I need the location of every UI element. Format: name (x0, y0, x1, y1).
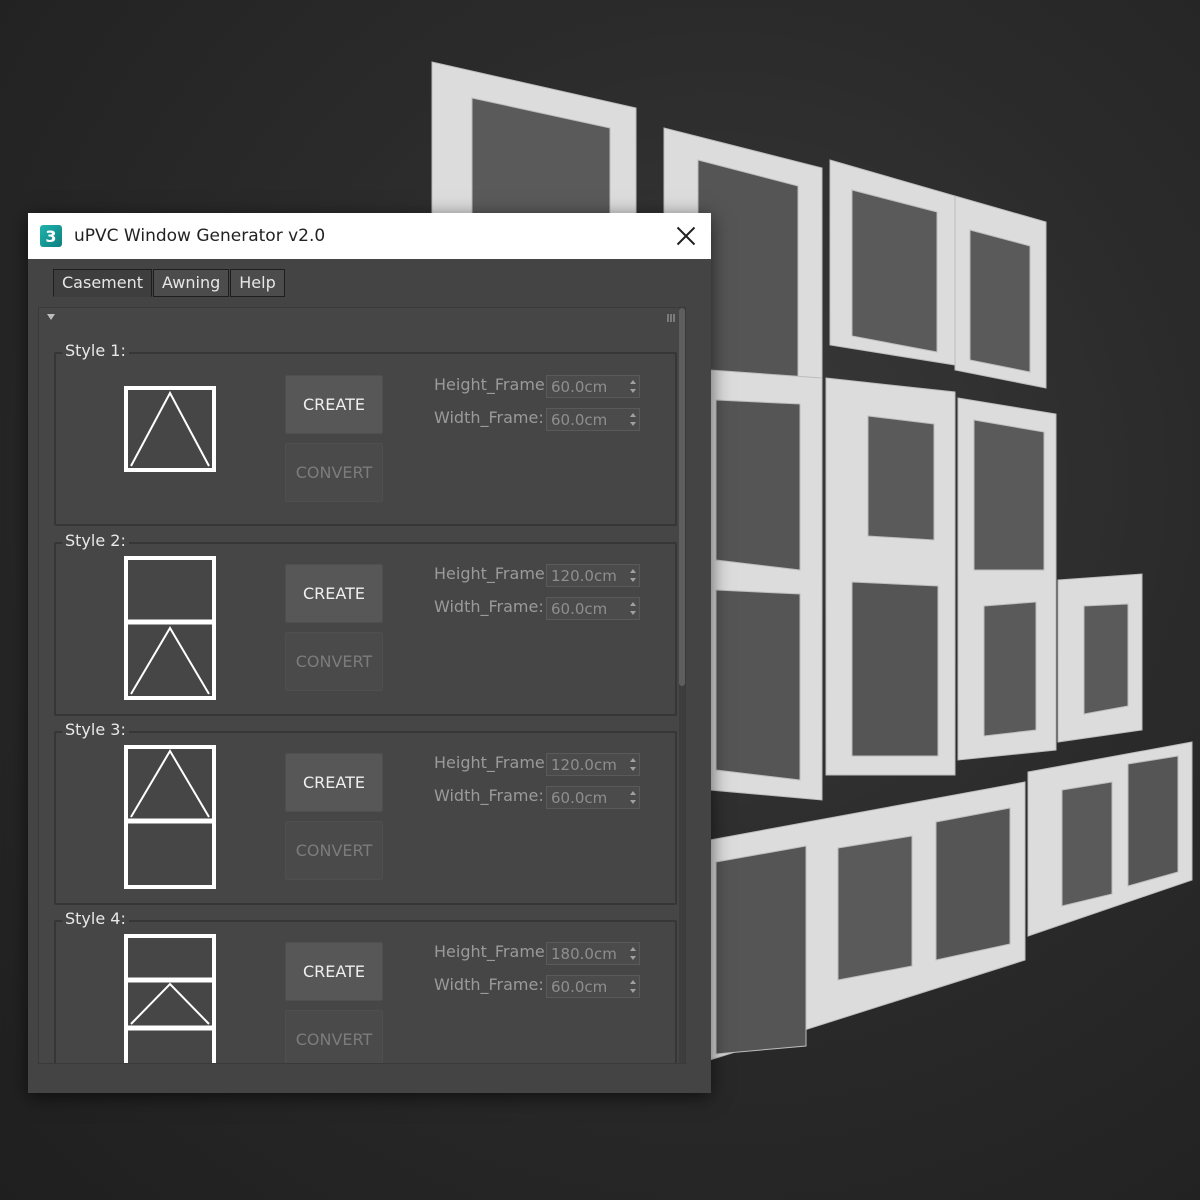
render-glass (969, 229, 1031, 373)
style-label: Style 3: (62, 720, 129, 739)
casement-style-3-icon (124, 745, 216, 889)
width-frame-spinner[interactable] (546, 786, 640, 809)
render-glass (1083, 603, 1129, 715)
spin-up-icon[interactable] (630, 602, 636, 606)
width-frame-input[interactable] (547, 976, 625, 997)
width-frame-spinner[interactable] (546, 408, 640, 431)
width-frame-label: Width_Frame: (434, 975, 544, 994)
render-glass (851, 189, 938, 353)
spin-up-icon[interactable] (630, 758, 636, 762)
styles-panel: Style 1: CREATE CONVERT Height_Frame: Wi… (38, 307, 686, 1064)
width-frame-input[interactable] (547, 409, 625, 430)
height-frame-spinner[interactable] (546, 753, 640, 776)
width-frame-spinner[interactable] (546, 597, 640, 620)
convert-button[interactable]: CONVERT (285, 632, 383, 691)
render-glass (715, 589, 801, 781)
height-frame-spinner[interactable] (546, 375, 640, 398)
render-glass (973, 419, 1045, 571)
spin-down-icon[interactable] (630, 578, 636, 582)
spin-down-icon[interactable] (630, 611, 636, 615)
spin-up-icon[interactable] (630, 791, 636, 795)
spin-down-icon[interactable] (630, 956, 636, 960)
tab-bar: Casement Awning Help (53, 269, 286, 297)
height-frame-label: Height_Frame: (434, 942, 551, 961)
render-glass (1127, 755, 1179, 887)
casement-style-1-icon (124, 386, 216, 472)
render-glass (935, 807, 1011, 961)
window-title: uPVC Window Generator v2.0 (74, 226, 326, 246)
spin-down-icon[interactable] (630, 767, 636, 771)
render-glass (837, 835, 913, 981)
render-glass (715, 399, 801, 571)
width-frame-label: Width_Frame: (434, 786, 544, 805)
collapse-arrow-icon[interactable] (47, 314, 55, 320)
render-glass (1061, 781, 1113, 907)
height-frame-label: Height_Frame: (434, 375, 551, 394)
height-frame-label: Height_Frame: (434, 564, 551, 583)
spin-down-icon[interactable] (630, 989, 636, 993)
create-button[interactable]: CREATE (285, 753, 383, 812)
render-glass (983, 601, 1037, 737)
width-frame-spinner[interactable] (546, 975, 640, 998)
tab-help[interactable]: Help (230, 269, 285, 297)
height-frame-input[interactable] (547, 943, 625, 964)
tab-awning[interactable]: Awning (153, 269, 230, 297)
spin-down-icon[interactable] (630, 800, 636, 804)
width-frame-label: Width_Frame: (434, 408, 544, 427)
render-glass (851, 581, 939, 757)
casement-style-2-icon (124, 556, 216, 700)
tab-casement[interactable]: Casement (53, 269, 152, 297)
height-frame-spinner[interactable] (546, 564, 640, 587)
style-label: Style 4: (62, 909, 129, 928)
convert-button[interactable]: CONVERT (285, 821, 383, 880)
width-frame-label: Width_Frame: (434, 597, 544, 616)
window-generator-dialog: 3 uPVC Window Generator v2.0 Casement Aw… (28, 213, 711, 1093)
render-glass (867, 415, 935, 541)
app-icon: 3 (40, 225, 62, 247)
convert-button[interactable]: CONVERT (285, 443, 383, 502)
height-frame-label: Height_Frame: (434, 753, 551, 772)
spin-up-icon[interactable] (630, 980, 636, 984)
create-button[interactable]: CREATE (285, 942, 383, 1001)
spin-up-icon[interactable] (630, 569, 636, 573)
spin-down-icon[interactable] (630, 389, 636, 393)
height-frame-spinner[interactable] (546, 942, 640, 965)
spin-up-icon[interactable] (630, 413, 636, 417)
style-group-4: Style 4: CREATE CONVERT Height_Frame: Wi… (54, 909, 677, 1063)
title-bar[interactable]: 3 uPVC Window Generator v2.0 (28, 213, 711, 259)
style-group-3: Style 3: CREATE CONVERT Height_Frame: Wi… (54, 720, 677, 905)
create-button[interactable]: CREATE (285, 564, 383, 623)
grip-icon[interactable] (667, 314, 675, 322)
spin-up-icon[interactable] (630, 947, 636, 951)
style-label: Style 1: (62, 341, 129, 360)
height-frame-input[interactable] (547, 376, 625, 397)
convert-button[interactable]: CONVERT (285, 1010, 383, 1063)
close-icon[interactable] (673, 223, 699, 249)
scrollbar-thumb[interactable] (679, 308, 685, 686)
scrollbar[interactable] (679, 308, 685, 1063)
width-frame-input[interactable] (547, 598, 625, 619)
height-frame-input[interactable] (547, 565, 625, 586)
style-label: Style 2: (62, 531, 129, 550)
spin-down-icon[interactable] (630, 422, 636, 426)
style-group-1: Style 1: CREATE CONVERT Height_Frame: Wi… (54, 341, 677, 526)
create-button[interactable]: CREATE (285, 375, 383, 434)
render-glass (715, 845, 807, 1055)
width-frame-input[interactable] (547, 787, 625, 808)
style-group-2: Style 2: CREATE CONVERT Height_Frame: Wi… (54, 531, 677, 716)
casement-style-4-icon (124, 934, 216, 1063)
height-frame-input[interactable] (547, 754, 625, 775)
spin-up-icon[interactable] (630, 380, 636, 384)
